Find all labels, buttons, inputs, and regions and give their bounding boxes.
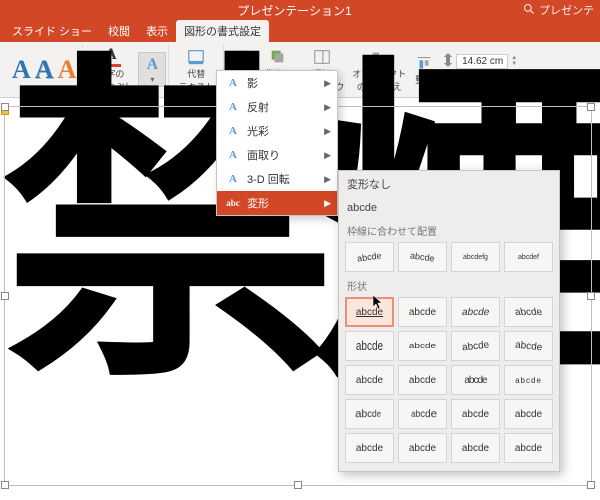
path-button[interactable]: abcdef [504, 242, 553, 272]
menu-3d-rotation[interactable]: A3-D 回転▶ [217, 167, 337, 191]
warp-10[interactable]: abcde [398, 365, 447, 395]
search-icon [523, 3, 535, 18]
transform-sample[interactable]: abcde [339, 197, 559, 219]
warp-6[interactable]: abcde [398, 331, 447, 361]
warp-16[interactable]: abcde [504, 399, 553, 429]
path-arch-down[interactable]: abcde [398, 242, 447, 272]
path-arch-up[interactable]: abcde [345, 242, 394, 272]
resize-handle-e[interactable] [587, 292, 595, 300]
rotation-3d-icon: A [225, 173, 241, 185]
warp-7[interactable]: abcde [451, 331, 500, 361]
warp-18[interactable]: abcde [398, 433, 447, 463]
warp-grid: abcde 四角 abcde abcde abcde abcde abcde a… [339, 295, 559, 465]
resize-handle-nw[interactable] [1, 103, 9, 111]
warp-9[interactable]: abcde [345, 365, 394, 395]
resize-handle-s[interactable] [294, 481, 302, 489]
glow-icon: A [225, 125, 241, 137]
search-box[interactable]: プレゼンテ [523, 2, 594, 18]
search-placeholder: プレゼンテ [539, 2, 594, 18]
warp-17[interactable]: abcde [345, 433, 394, 463]
chevron-right-icon: ▶ [324, 150, 331, 161]
menu-shadow[interactable]: A影▶ [217, 71, 337, 95]
cursor-icon [373, 295, 385, 311]
warp-3[interactable]: abcde [451, 297, 500, 327]
warp-4[interactable]: abcde [504, 297, 553, 327]
warp-13[interactable]: abcde [345, 399, 394, 429]
warp-20[interactable]: abcde [504, 433, 553, 463]
reflection-icon: A [225, 101, 241, 113]
warp-14[interactable]: abcde [398, 399, 447, 429]
text-effects-menu: A影▶ A反射▶ A光彩▶ A面取り▶ A3-D 回転▶ abc変形▶ [216, 70, 338, 216]
resize-handle-ne[interactable] [587, 103, 595, 111]
warp-8[interactable]: abcde [504, 331, 553, 361]
transform-icon: abc [225, 198, 241, 208]
chevron-right-icon: ▶ [324, 198, 331, 209]
section-follow-path: 枠線に合わせて配置 [339, 219, 559, 240]
path-grid: abcde abcde abcdefg abcdef [339, 240, 559, 274]
warp-15[interactable]: abcde [451, 399, 500, 429]
section-warp: 形状 [339, 274, 559, 295]
warp-5[interactable]: abcde [345, 331, 394, 361]
title-bar: プレゼンテーション1 プレゼンテ [0, 0, 600, 20]
resize-handle-w[interactable] [1, 292, 9, 300]
path-circle[interactable]: abcdefg [451, 242, 500, 272]
menu-glow[interactable]: A光彩▶ [217, 119, 337, 143]
warp-12[interactable]: abcde [504, 365, 553, 395]
chevron-right-icon: ▶ [324, 174, 331, 185]
bevel-icon: A [225, 149, 241, 161]
resize-handle-sw[interactable] [1, 481, 9, 489]
shadow-icon: A [225, 77, 241, 89]
chevron-right-icon: ▶ [324, 102, 331, 113]
warp-square[interactable]: abcde 四角 [345, 297, 394, 327]
resize-handle-se[interactable] [587, 481, 595, 489]
chevron-right-icon: ▶ [324, 126, 331, 137]
warp-11[interactable]: abcde [451, 365, 500, 395]
warp-19[interactable]: abcde [451, 433, 500, 463]
warp-2[interactable]: abcde [398, 297, 447, 327]
menu-reflection[interactable]: A反射▶ [217, 95, 337, 119]
transform-flyout: 変形なし abcde 枠線に合わせて配置 abcde abcde abcdefg… [338, 170, 560, 472]
menu-bevel[interactable]: A面取り▶ [217, 143, 337, 167]
document-title: プレゼンテーション1 [66, 2, 523, 19]
transform-none[interactable]: 変形なし [339, 171, 559, 197]
chevron-right-icon: ▶ [324, 78, 331, 89]
menu-transform[interactable]: abc変形▶ [217, 191, 337, 215]
